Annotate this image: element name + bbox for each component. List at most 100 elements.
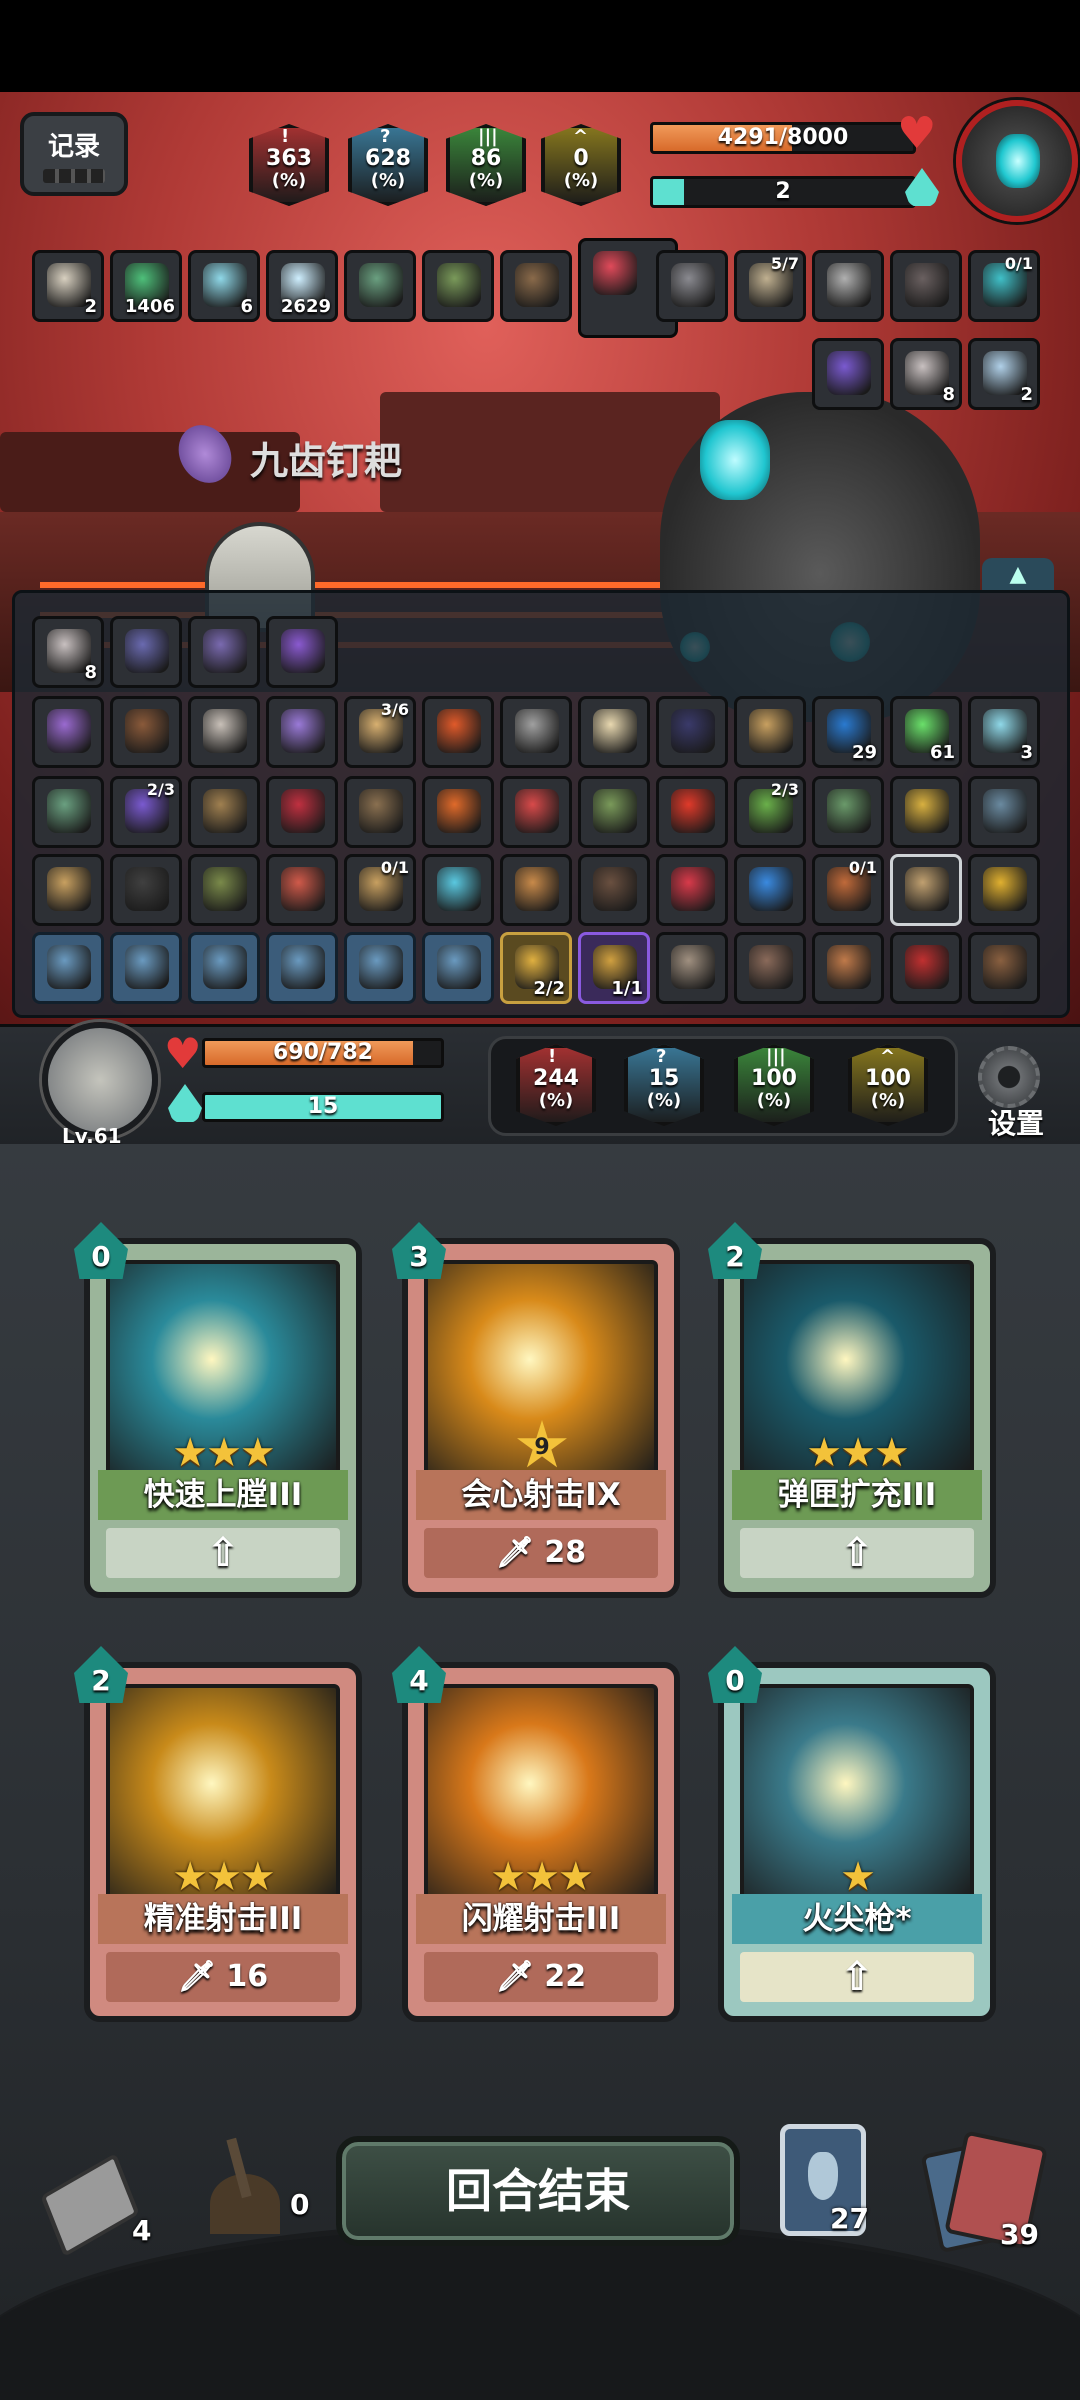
card-damage: 22 [544, 1959, 587, 1994]
inventory-slot[interactable]: 0/1 [812, 854, 884, 926]
inventory-slot[interactable]: 8 [32, 616, 104, 688]
inventory-slot[interactable]: 1/1 [578, 932, 650, 1004]
inventory-slot[interactable] [578, 854, 650, 926]
inventory-slot[interactable] [812, 250, 884, 322]
collapse-inventory-button[interactable]: ▲ [982, 558, 1054, 592]
inventory-slot[interactable] [422, 250, 494, 322]
inventory-slot[interactable] [344, 776, 416, 848]
inventory-slot[interactable] [500, 776, 572, 848]
graveyard-pile[interactable]: 0 [190, 2134, 320, 2244]
inventory-slot[interactable]: 3/6 [344, 696, 416, 768]
inventory-slot[interactable] [110, 616, 182, 688]
inventory-slot[interactable]: 2/2 [500, 932, 572, 1004]
inventory-slot[interactable]: 1406 [110, 250, 182, 322]
inventory-slot[interactable] [266, 932, 338, 1004]
skill-card[interactable]: ★★★ 精准射击III 🗡 16 2 [74, 1646, 362, 2022]
inventory-slot[interactable] [968, 776, 1040, 848]
inventory-slot[interactable] [422, 854, 494, 926]
inventory-slot[interactable] [890, 776, 962, 848]
inventory-slot[interactable] [734, 932, 806, 1004]
skill-card[interactable]: 9 会心射击IX 🗡 28 3 [392, 1222, 680, 1598]
inventory-slot[interactable]: 29 [812, 696, 884, 768]
inventory-slot[interactable] [188, 854, 260, 926]
inventory-slot[interactable] [890, 932, 962, 1004]
stat-badge[interactable]: ||| 100 (%) [734, 1044, 814, 1126]
inventory-slot[interactable]: 0/1 [968, 250, 1040, 322]
stat-badge[interactable]: ? 628 (%) [348, 124, 428, 206]
inventory-slot[interactable] [812, 338, 884, 410]
inventory-slot[interactable] [656, 250, 728, 322]
inventory-slot[interactable] [422, 776, 494, 848]
inventory-slot[interactable] [266, 854, 338, 926]
inventory-slot[interactable]: 3 [968, 696, 1040, 768]
skill-card[interactable]: ★★★ 快速上膛III ⇧ 0 [74, 1222, 362, 1598]
skill-card[interactable]: ★★★ 闪耀射击III 🗡 22 4 [392, 1646, 680, 2022]
card-level: 9 [534, 1435, 550, 1460]
potion-pile[interactable]: 27 [776, 2124, 886, 2242]
inventory-slot[interactable]: 2 [32, 250, 104, 322]
inventory-slot[interactable] [968, 932, 1040, 1004]
inventory-slot[interactable] [734, 696, 806, 768]
inventory-slot[interactable] [578, 776, 650, 848]
inventory-slot[interactable]: 2 [968, 338, 1040, 410]
inventory-slot[interactable] [266, 696, 338, 768]
inventory-slot[interactable] [656, 932, 728, 1004]
player-avatar[interactable] [42, 1022, 158, 1138]
inventory-slot[interactable] [500, 250, 572, 322]
inventory-slot[interactable] [812, 932, 884, 1004]
card-footer: ⇧ [106, 1528, 340, 1578]
inventory-slot[interactable]: 2/3 [110, 776, 182, 848]
inventory-slot[interactable] [188, 776, 260, 848]
stat-badge[interactable]: ||| 86 (%) [446, 124, 526, 206]
end-turn-button[interactable]: 回合结束 [336, 2136, 740, 2246]
skill-card[interactable]: ★ 火尖枪* ⇧ 0 [708, 1646, 996, 2022]
inventory-slot[interactable] [32, 854, 104, 926]
draw-pile[interactable]: 39 [920, 2130, 1060, 2254]
inventory-slot[interactable]: 2629 [266, 250, 338, 322]
inventory-slot[interactable]: 61 [890, 696, 962, 768]
inventory-slot[interactable] [890, 854, 962, 926]
inventory-slot[interactable] [422, 932, 494, 1004]
boss-portrait[interactable] [956, 100, 1078, 222]
inventory-slot[interactable] [266, 776, 338, 848]
stat-badge[interactable]: ! 363 (%) [249, 124, 329, 206]
inventory-slot[interactable] [890, 250, 962, 322]
inventory-slot[interactable] [188, 696, 260, 768]
inventory-slot[interactable] [968, 854, 1040, 926]
inventory-slot[interactable] [110, 854, 182, 926]
inventory-slot[interactable] [656, 696, 728, 768]
inventory-slot[interactable] [656, 776, 728, 848]
inventory-slot[interactable] [266, 616, 338, 688]
inventory-slot[interactable] [812, 776, 884, 848]
inventory-slot[interactable] [32, 776, 104, 848]
stat-value: 100 [751, 1066, 797, 1091]
record-button[interactable]: 记录 [20, 112, 128, 196]
inventory-slot[interactable] [656, 854, 728, 926]
inventory-slot[interactable] [578, 696, 650, 768]
stat-badge[interactable]: ^ 100 (%) [848, 1044, 928, 1126]
inventory-slot[interactable]: 2/3 [734, 776, 806, 848]
inventory-slot[interactable]: 0/1 [344, 854, 416, 926]
inventory-slot[interactable] [500, 854, 572, 926]
skill-card[interactable]: ★★★ 弹匣扩充III ⇧ 2 [708, 1222, 996, 1598]
stat-badge[interactable]: ^ 0 (%) [541, 124, 621, 206]
exhaust-pile[interactable]: 4 [40, 2152, 151, 2258]
stat-badge[interactable]: ? 15 (%) [624, 1044, 704, 1126]
inventory-slot[interactable] [110, 932, 182, 1004]
inventory-slot[interactable]: 8 [890, 338, 962, 410]
inventory-slot[interactable] [344, 250, 416, 322]
stat-badge[interactable]: ! 244 (%) [516, 1044, 596, 1126]
inventory-slot[interactable] [500, 696, 572, 768]
settings-label[interactable]: 设置 [988, 1102, 1044, 1142]
gear-icon[interactable] [978, 1046, 1040, 1108]
inventory-slot[interactable] [188, 932, 260, 1004]
inventory-slot[interactable]: 6 [188, 250, 260, 322]
inventory-slot[interactable] [110, 696, 182, 768]
inventory-slot[interactable] [188, 616, 260, 688]
inventory-slot[interactable]: 5/7 [734, 250, 806, 322]
inventory-slot[interactable] [32, 696, 104, 768]
inventory-slot[interactable] [734, 854, 806, 926]
inventory-slot[interactable] [32, 932, 104, 1004]
inventory-slot[interactable] [344, 932, 416, 1004]
inventory-slot[interactable] [422, 696, 494, 768]
